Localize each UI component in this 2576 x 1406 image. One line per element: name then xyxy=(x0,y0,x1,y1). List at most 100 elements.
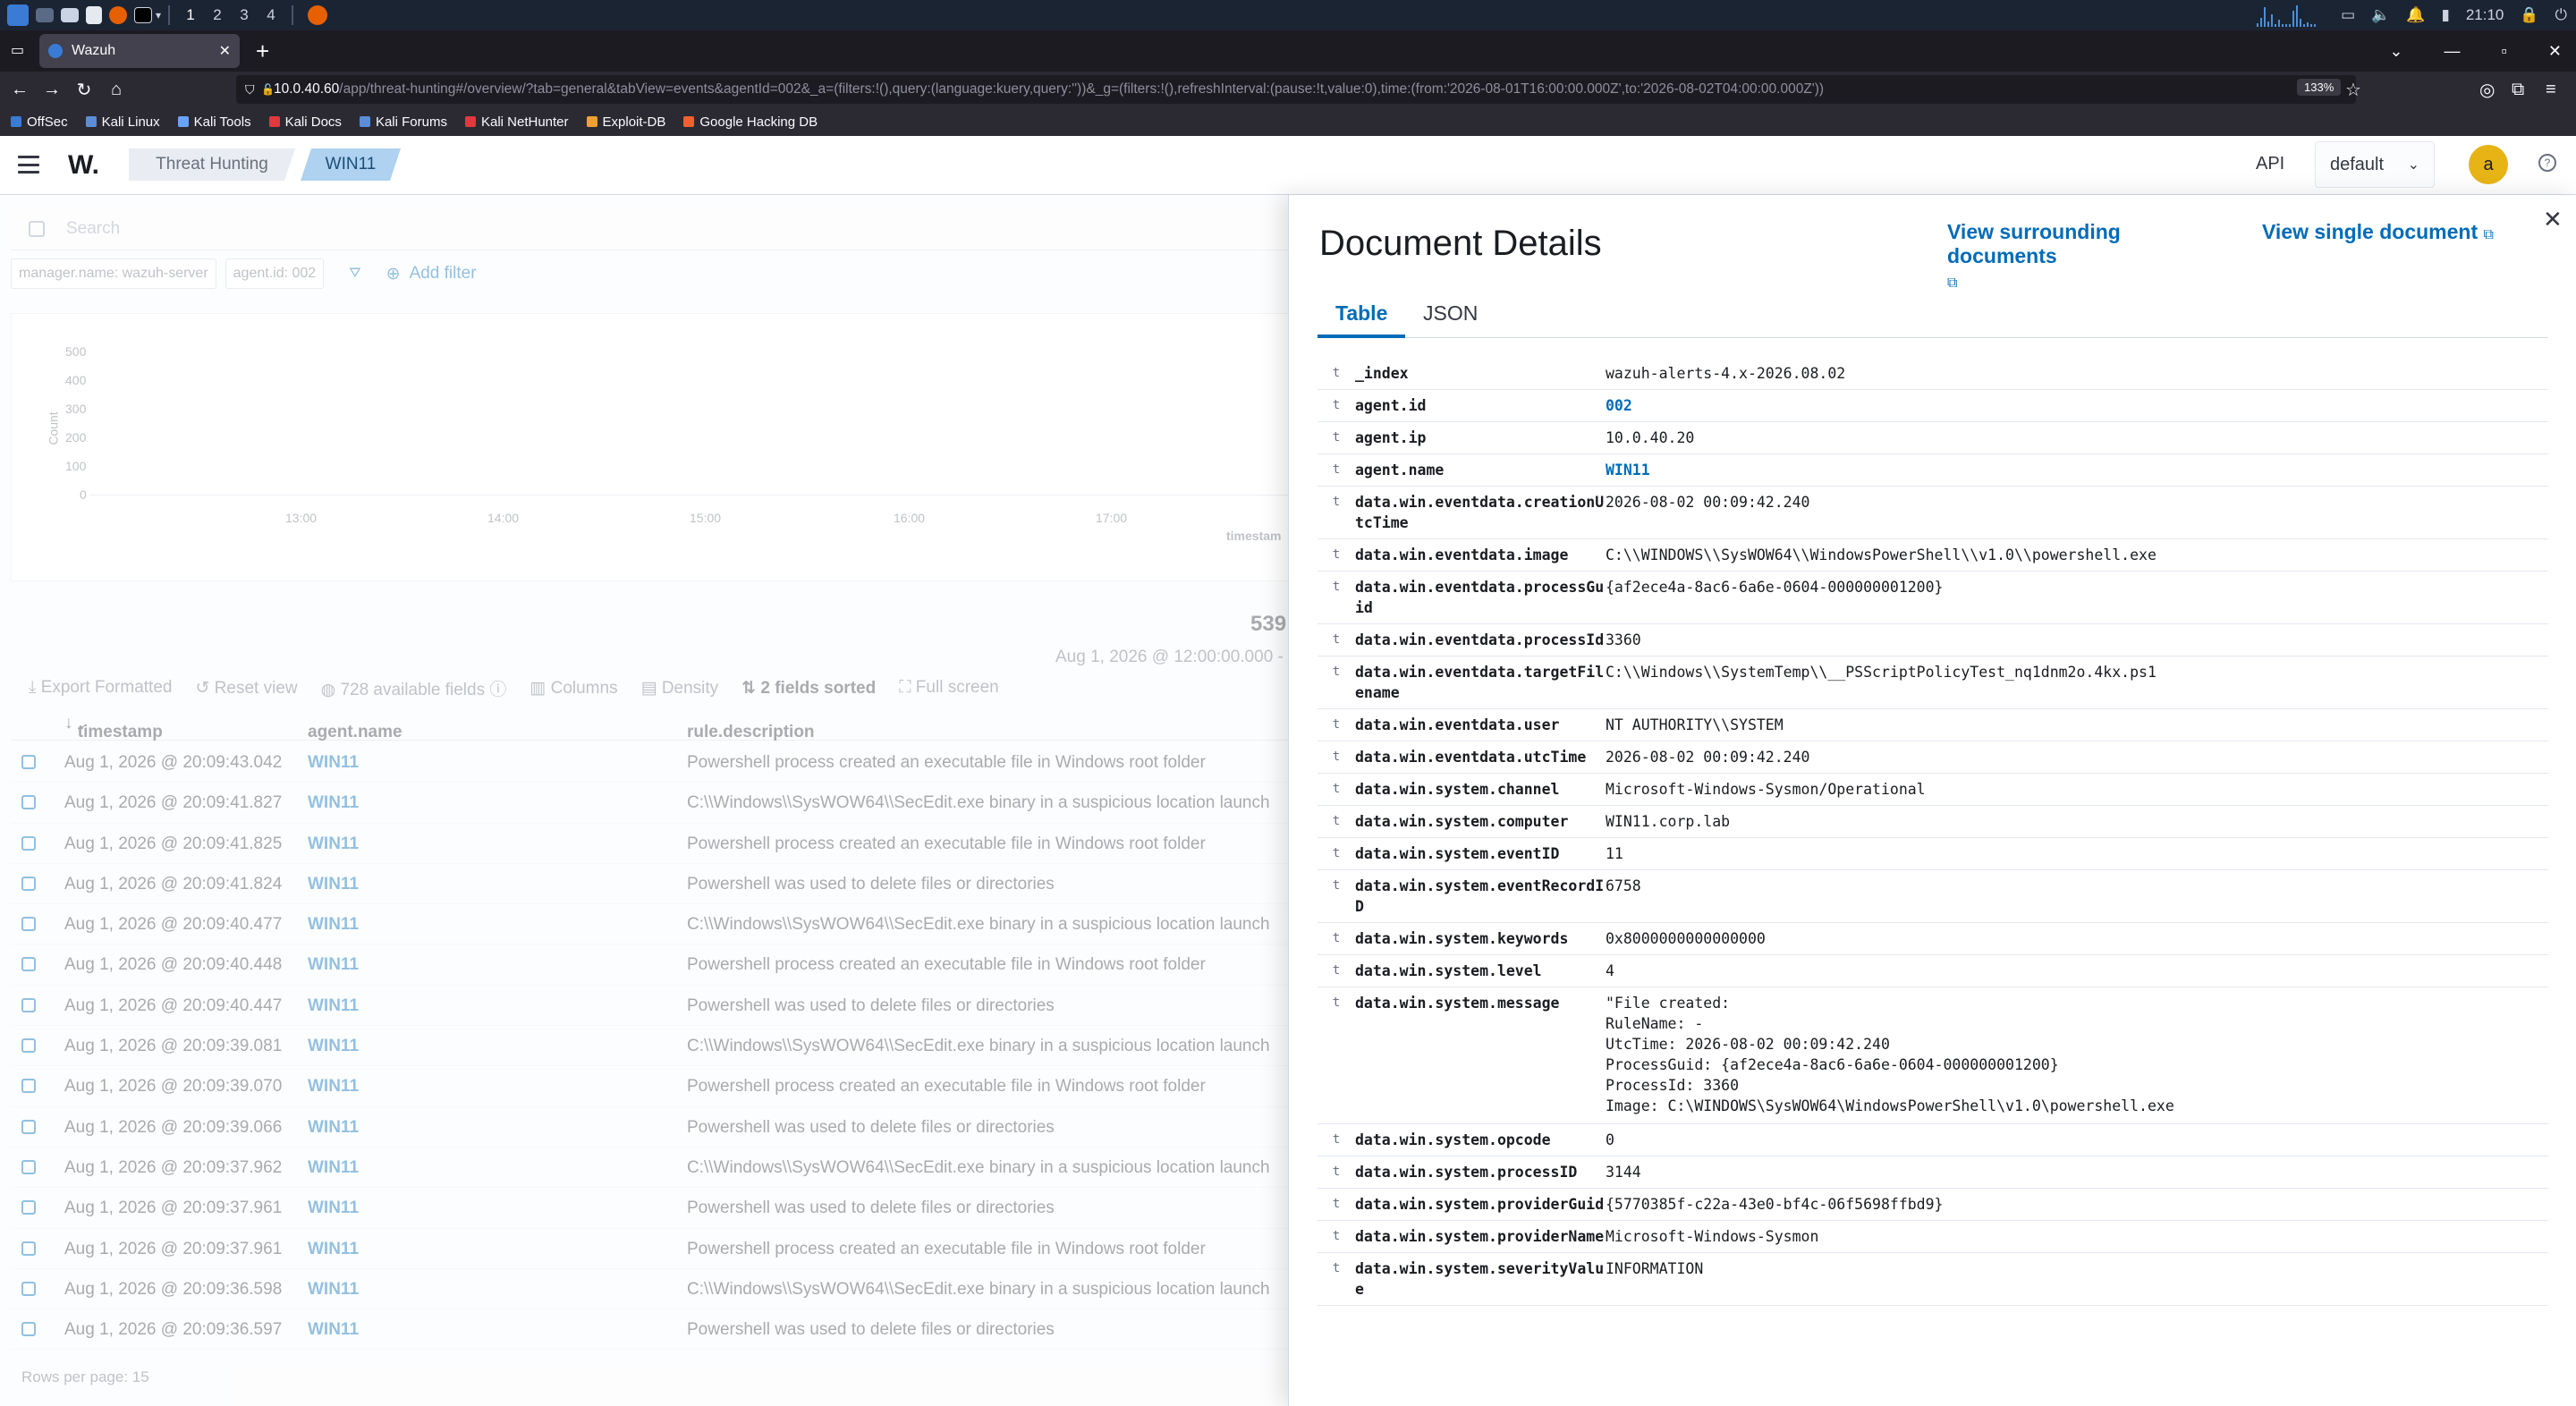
browser-tab-wazuh[interactable]: Wazuh ✕ xyxy=(39,34,240,68)
row-agent-name[interactable]: WIN11 xyxy=(308,1118,359,1138)
document-field-row[interactable]: t data.win.system.level 4 xyxy=(1318,955,2548,987)
inspect-document-icon[interactable] xyxy=(21,795,36,810)
table-row[interactable]: Aug 1, 2026 @ 20:09:39.070 WIN11 Powershel… xyxy=(11,1066,1290,1107)
notification-bell-icon[interactable]: 🔔 xyxy=(2406,6,2425,24)
kali-menu-icon[interactable] xyxy=(7,4,29,26)
table-row[interactable]: Aug 1, 2026 @ 20:09:39.066 WIN11 Powershel… xyxy=(11,1107,1290,1148)
bookmark-kali-forums[interactable]: Kali Forums xyxy=(359,114,447,130)
firefox-launcher-icon[interactable] xyxy=(109,6,127,24)
row-agent-name[interactable]: WIN11 xyxy=(308,1320,359,1340)
field-value[interactable]: 002 xyxy=(1606,395,2548,416)
row-agent-name[interactable]: WIN11 xyxy=(308,1198,359,1218)
maximize-window-icon[interactable]: ▫ xyxy=(2502,42,2507,61)
density-button[interactable]: ▤ Density xyxy=(641,678,719,699)
tab-overflow-chevron-icon[interactable]: ⌄ xyxy=(2389,42,2402,61)
document-field-row[interactable]: t data.win.system.opcode 0 xyxy=(1318,1124,2548,1156)
account-icon[interactable]: ◎ xyxy=(2479,72,2495,107)
row-agent-name[interactable]: WIN11 xyxy=(308,875,359,894)
lock-icon[interactable]: 🔓 xyxy=(261,83,275,96)
bookmark-google-hacking-db[interactable]: Google Hacking DB xyxy=(683,114,818,130)
back-icon[interactable]: ← xyxy=(4,80,36,100)
document-field-row[interactable]: t agent.id 002 xyxy=(1318,390,2548,422)
home-icon[interactable]: ⌂ xyxy=(100,80,132,100)
clock[interactable]: 21:10 xyxy=(2466,6,2504,24)
document-field-row[interactable]: t data.win.system.providerName Microsoft-W… xyxy=(1318,1221,2548,1253)
inspect-document-icon[interactable] xyxy=(21,1079,36,1094)
document-field-row[interactable]: t data.win.system.processID 3144 xyxy=(1318,1156,2548,1189)
export-formatted-button[interactable]: ⤓ Export Formatted xyxy=(29,678,172,698)
document-field-row[interactable]: t data.win.eventdata.creationUtcTime 2026-… xyxy=(1318,487,2548,539)
table-row[interactable]: Aug 1, 2026 @ 20:09:37.961 WIN11 Powershel… xyxy=(11,1188,1290,1229)
table-row[interactable]: Aug 1, 2026 @ 20:09:41.825 WIN11 Powershel… xyxy=(11,824,1290,864)
workspace-2[interactable]: 2 xyxy=(204,6,231,24)
bookmark-offsec[interactable]: OffSec xyxy=(11,114,68,130)
row-agent-name[interactable]: WIN11 xyxy=(308,753,359,773)
table-row[interactable]: Aug 1, 2026 @ 20:09:36.597 WIN11 Powershel… xyxy=(11,1309,1290,1351)
menu-icon[interactable]: ≡ xyxy=(2546,72,2556,107)
bookmark-star-icon[interactable]: ☆ xyxy=(2345,72,2361,107)
document-field-row[interactable]: t data.win.system.providerGuid {5770385f-c… xyxy=(1318,1189,2548,1221)
help-icon[interactable]: ? xyxy=(2538,154,2556,172)
shield-icon[interactable]: ⛉ xyxy=(245,82,255,97)
workspace-4[interactable]: 4 xyxy=(258,6,284,24)
inspect-document-icon[interactable] xyxy=(21,1200,36,1215)
document-field-row[interactable]: t data.win.system.eventID 11 xyxy=(1318,838,2548,870)
document-field-row[interactable]: t data.win.system.computer WIN11.corp.lab xyxy=(1318,806,2548,838)
lock-icon[interactable]: 🔒 xyxy=(2520,6,2538,24)
table-row[interactable]: Aug 1, 2026 @ 20:09:41.827 WIN11 C:\\Windo… xyxy=(11,783,1290,824)
inspect-document-icon[interactable] xyxy=(21,755,36,769)
hamburger-menu-icon[interactable] xyxy=(18,156,39,174)
inspect-document-icon[interactable] xyxy=(21,1281,36,1296)
document-field-row[interactable]: t data.win.eventdata.image C:\\WINDOWS\\Sy… xyxy=(1318,539,2548,572)
space-selector[interactable]: default ⌄ xyxy=(2315,141,2435,188)
close-window-icon[interactable]: ✕ xyxy=(2548,42,2562,61)
document-field-row[interactable]: t data.win.eventdata.processGuid {af2ece4a… xyxy=(1318,572,2548,624)
columns-button[interactable]: ▥ Columns xyxy=(530,678,617,699)
table-row[interactable]: Aug 1, 2026 @ 20:09:43.042 WIN11 Powershel… xyxy=(11,742,1290,783)
api-link[interactable]: API xyxy=(2256,154,2284,174)
inspect-document-icon[interactable] xyxy=(21,997,36,1012)
inspect-document-icon[interactable] xyxy=(21,1322,36,1337)
search-bar[interactable]: Search xyxy=(11,208,1290,250)
file-manager-icon[interactable] xyxy=(61,8,79,22)
row-agent-name[interactable]: WIN11 xyxy=(308,955,359,975)
reset-view-button[interactable]: ↺ Reset view xyxy=(195,678,297,699)
full-screen-button[interactable]: ⛶ Full screen xyxy=(899,678,999,698)
breadcrumb-agent[interactable]: WIN11 xyxy=(301,148,401,181)
search-input[interactable]: Search xyxy=(66,219,120,239)
minimize-window-icon[interactable]: — xyxy=(2445,42,2461,61)
field-value[interactable]: WIN11 xyxy=(1606,460,2548,480)
bookmark-kali-docs[interactable]: Kali Docs xyxy=(268,114,342,130)
inspect-document-icon[interactable] xyxy=(21,876,36,891)
inspect-document-icon[interactable] xyxy=(21,957,36,972)
column-header-timestamp[interactable]: ↓ timestamp ⌄ xyxy=(64,714,163,741)
extensions-icon[interactable]: ⧉ xyxy=(2512,72,2524,107)
terminal-icon[interactable] xyxy=(134,7,152,23)
workspace-1[interactable]: 1 xyxy=(177,6,204,24)
close-icon[interactable]: ✕ xyxy=(2543,206,2563,233)
row-agent-name[interactable]: WIN11 xyxy=(308,793,359,813)
table-row[interactable]: Aug 1, 2026 @ 20:09:39.081 WIN11 C:\\Windo… xyxy=(11,1026,1290,1067)
rows-per-page-button[interactable]: Rows per page: 15 xyxy=(21,1368,149,1386)
desktop-icon[interactable] xyxy=(36,8,54,22)
row-agent-name[interactable]: WIN11 xyxy=(308,1280,359,1300)
document-field-row[interactable]: t data.win.system.message "File created: R… xyxy=(1318,987,2548,1124)
view-surrounding-documents-link[interactable]: View surrounding documents ⧉ xyxy=(1947,220,2198,292)
inspect-document-icon[interactable] xyxy=(21,917,36,932)
tab-json[interactable]: JSON xyxy=(1405,295,1496,338)
row-agent-name[interactable]: WIN11 xyxy=(308,996,359,1016)
table-row[interactable]: Aug 1, 2026 @ 20:09:41.824 WIN11 Powershel… xyxy=(11,864,1290,905)
text-editor-icon[interactable] xyxy=(86,6,102,24)
document-field-row[interactable]: t data.win.eventdata.user NT AUTHORITY\\SY… xyxy=(1318,709,2548,741)
document-field-row[interactable]: t data.win.system.keywords 0x8000000000000… xyxy=(1318,923,2548,955)
battery-icon[interactable]: ▮ xyxy=(2441,6,2449,24)
document-field-row[interactable]: t data.win.system.eventRecordID 6758 xyxy=(1318,870,2548,923)
new-tab-icon[interactable]: + xyxy=(256,38,269,65)
filter-pill-manager[interactable]: manager.name: wazuh-server xyxy=(11,258,216,289)
document-field-row[interactable]: t data.win.system.severityValue INFORMATIO… xyxy=(1318,1253,2548,1306)
row-agent-name[interactable]: WIN11 xyxy=(308,1077,359,1097)
table-row[interactable]: Aug 1, 2026 @ 20:09:37.962 WIN11 C:\\Windo… xyxy=(11,1148,1290,1189)
tab-table[interactable]: Table xyxy=(1318,295,1406,338)
document-field-row[interactable]: t data.win.eventdata.processId 3360 xyxy=(1318,624,2548,656)
saved-query-icon[interactable] xyxy=(29,220,45,237)
